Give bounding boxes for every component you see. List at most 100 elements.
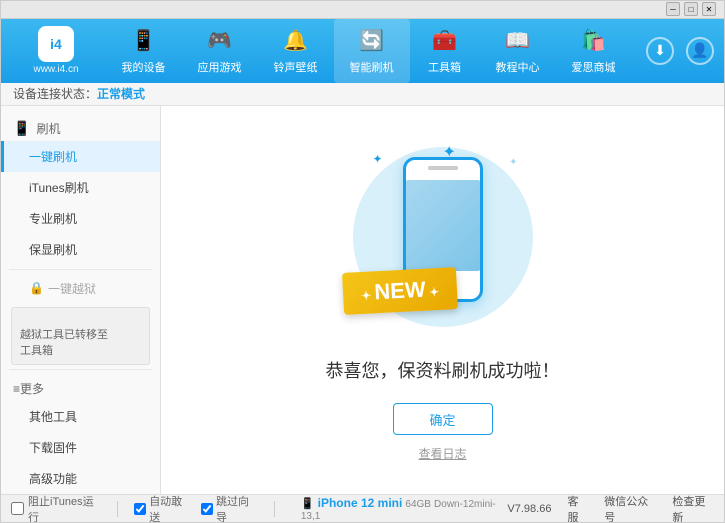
- wechat-button[interactable]: 微信公众号: [604, 493, 656, 523]
- mall-icon: 🛍️: [580, 27, 608, 55]
- confirm-button[interactable]: 确定: [393, 403, 493, 435]
- nav-tutorial[interactable]: 📖 教程中心: [480, 19, 556, 83]
- check-update-button[interactable]: 检查更新: [672, 493, 714, 523]
- maximize-button[interactable]: □: [684, 2, 698, 16]
- sidebar-divider-2: [9, 369, 152, 370]
- new-badge: NEW: [341, 267, 457, 315]
- nav-items: 📱 我的设备 🎮 应用游戏 🔔 铃声壁纸 🔄 智能刷机 🧰 工具箱 📖: [101, 19, 636, 83]
- logo: i4 www.i4.cn: [11, 26, 101, 75]
- sidebar-section-flash: 📱 刷机: [1, 114, 160, 141]
- save-flash-label: 保显刷机: [29, 243, 77, 257]
- sidebar-item-download-firmware[interactable]: 下载固件: [1, 432, 160, 463]
- notice-text: 越狱工具已转移至 工具箱: [20, 329, 108, 356]
- device-storage-val: 64GB: [405, 499, 431, 510]
- device-phone-icon: 📱: [301, 498, 318, 510]
- bottom-divider-2: [274, 501, 275, 517]
- version-label: V7.98.66: [507, 503, 551, 515]
- stop-itunes-label: 阻止iTunes运行: [28, 493, 101, 523]
- sidebar-notice-jailbreak: 越狱工具已转移至 工具箱: [11, 307, 150, 365]
- phone-illustration: ✦ ✦ ✦ NEW: [343, 137, 543, 337]
- toolbox-label: 工具箱: [428, 59, 461, 75]
- sidebar-item-itunes-flash[interactable]: iTunes刷机: [1, 172, 160, 203]
- stop-itunes-control[interactable]: 阻止iTunes运行: [11, 493, 101, 523]
- flash-section-icon: 📱: [13, 120, 30, 137]
- status-value: 正常模式: [97, 85, 145, 102]
- smart-flash-label: 智能刷机: [350, 59, 394, 75]
- sidebar-section-more: ≡ 更多: [1, 374, 160, 401]
- content-body: 📱 刷机 一键刷机 iTunes刷机 专业刷机 保显刷机 🔒 一键越狱 越狱工具…: [1, 106, 724, 494]
- flash-section-label: 刷机: [36, 120, 60, 137]
- sidebar: 📱 刷机 一键刷机 iTunes刷机 专业刷机 保显刷机 🔒 一键越狱 越狱工具…: [1, 106, 161, 494]
- close-button[interactable]: ✕: [702, 2, 716, 16]
- download-button[interactable]: ⬇: [646, 37, 674, 65]
- phone-top-bar: [428, 166, 458, 170]
- status-label: 设备连接状态：: [13, 85, 97, 102]
- bottom-divider: [117, 501, 118, 517]
- my-device-icon: 📱: [130, 27, 158, 55]
- bottom-right: V7.98.66 客服 微信公众号 检查更新: [507, 493, 714, 523]
- sidebar-item-one-click-flash[interactable]: 一键刷机: [1, 141, 160, 172]
- jailbreak-locked-label: 一键越狱: [48, 280, 96, 297]
- auto-dismiss-label: 自动敢送: [149, 493, 191, 523]
- nav-my-device[interactable]: 📱 我的设备: [106, 19, 182, 83]
- device-info: 📱 iPhone 12 mini 64GB Down-12mini-13,1: [301, 496, 508, 522]
- header-right-buttons: ⬇ 👤: [646, 37, 714, 65]
- download-firmware-label: 下载固件: [29, 441, 77, 455]
- sparkle-3: ✦: [509, 157, 517, 168]
- auto-dismiss-checkbox-item[interactable]: 自动敢送: [134, 493, 191, 523]
- other-tools-label: 其他工具: [29, 410, 77, 424]
- auto-dismiss-checkbox[interactable]: [134, 503, 146, 515]
- success-message: 恭喜您，保资料刷机成功啦！: [326, 357, 560, 383]
- bottom-left: 阻止iTunes运行 自动敢送 跳过向导 📱 iPhone 12 mini 64…: [11, 493, 507, 523]
- minimize-button[interactable]: ─: [666, 2, 680, 16]
- main-content: ✦ ✦ ✦ NEW 恭喜您，保资料刷机成功啦！ 确定 查看日志: [161, 106, 724, 494]
- nav-mall[interactable]: 🛍️ 爱思商城: [556, 19, 632, 83]
- sidebar-divider-1: [9, 269, 152, 270]
- skip-wizard-label: 跳过向导: [216, 493, 258, 523]
- toolbox-icon: 🧰: [431, 27, 459, 55]
- view-log-link[interactable]: 查看日志: [418, 445, 466, 462]
- tutorial-icon: 📖: [504, 27, 532, 55]
- advanced-label: 高级功能: [29, 472, 77, 486]
- service-button[interactable]: 客服: [567, 493, 588, 523]
- nav-smart-flash[interactable]: 🔄 智能刷机: [334, 19, 410, 83]
- title-bar: ─ □ ✕: [1, 1, 724, 19]
- lock-icon: 🔒: [29, 281, 44, 295]
- device-name: iPhone 12 mini: [318, 496, 403, 510]
- itunes-flash-label: iTunes刷机: [29, 181, 89, 195]
- logo-subtitle: www.i4.cn: [33, 64, 78, 75]
- window-controls: ─ □ ✕: [666, 2, 716, 16]
- smart-flash-icon: 🔄: [358, 27, 386, 55]
- sidebar-item-save-flash[interactable]: 保显刷机: [1, 234, 160, 265]
- apps-games-label: 应用游戏: [198, 59, 242, 75]
- logo-icon-text: i4: [50, 36, 62, 52]
- sidebar-item-pro-flash[interactable]: 专业刷机: [1, 203, 160, 234]
- sparkle-1: ✦: [373, 152, 383, 166]
- ringtones-label: 铃声壁纸: [274, 59, 318, 75]
- sidebar-item-jailbreak-locked: 🔒 一键越狱: [1, 274, 160, 303]
- header: i4 www.i4.cn 📱 我的设备 🎮 应用游戏 🔔 铃声壁纸 🔄 智能刷机: [1, 19, 724, 83]
- skip-wizard-checkbox[interactable]: [201, 503, 213, 515]
- user-button[interactable]: 👤: [686, 37, 714, 65]
- pro-flash-label: 专业刷机: [29, 212, 77, 226]
- nav-apps-games[interactable]: 🎮 应用游戏: [182, 19, 258, 83]
- logo-icon: i4: [38, 26, 74, 62]
- apps-games-icon: 🎮: [206, 27, 234, 55]
- tutorial-label: 教程中心: [496, 59, 540, 75]
- phone-screen: [406, 180, 480, 271]
- app-window: ─ □ ✕ i4 www.i4.cn 📱 我的设备 🎮 应用游戏 🔔 铃声壁纸: [0, 0, 725, 523]
- more-section-label: 更多: [20, 380, 44, 397]
- my-device-label: 我的设备: [122, 59, 166, 75]
- sidebar-item-advanced[interactable]: 高级功能: [1, 463, 160, 494]
- nav-ringtones[interactable]: 🔔 铃声壁纸: [258, 19, 334, 83]
- bottom-bar: 阻止iTunes运行 自动敢送 跳过向导 📱 iPhone 12 mini 64…: [1, 494, 724, 522]
- more-section-icon: ≡: [13, 382, 20, 396]
- sidebar-item-other-tools[interactable]: 其他工具: [1, 401, 160, 432]
- skip-wizard-checkbox-item[interactable]: 跳过向导: [201, 493, 258, 523]
- mall-label: 爱思商城: [572, 59, 616, 75]
- nav-toolbox[interactable]: 🧰 工具箱: [410, 19, 480, 83]
- stop-itunes-checkbox[interactable]: [11, 502, 24, 515]
- status-bar: 设备连接状态： 正常模式: [1, 83, 724, 106]
- one-click-flash-label: 一键刷机: [29, 150, 77, 164]
- ringtones-icon: 🔔: [282, 27, 310, 55]
